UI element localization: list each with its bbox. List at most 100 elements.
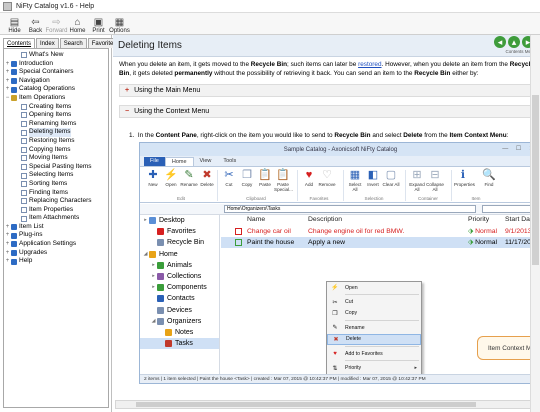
expand-icon[interactable]: +	[4, 85, 11, 94]
page-icon	[21, 206, 27, 213]
tree-item-label: Upgrades	[19, 248, 48, 256]
home-button[interactable]: ⌂ Home	[67, 13, 88, 35]
toolbar-label: Options	[109, 28, 130, 34]
tree-item-item-properties[interactable]: Item Properties	[4, 206, 108, 215]
ribbon-label: Properties	[454, 182, 475, 187]
catalog-tree-label: Desktop	[159, 217, 185, 224]
tree-item-copying-items[interactable]: Copying Items	[4, 146, 108, 155]
tree-item-what-s-new[interactable]: What's New	[4, 51, 108, 60]
address-path: Home\Organizers\Tasks	[224, 205, 476, 213]
tree-item-replacing-characters[interactable]: Replacing Characters	[4, 197, 108, 206]
invert-icon: ◧	[367, 169, 379, 181]
folder-icon	[157, 261, 164, 269]
ribbon-tabs: File Home View Tools	[140, 156, 539, 166]
tree-item-item-attachments[interactable]: Item Attachments	[4, 214, 108, 223]
up-topic-icon[interactable]: ▴	[508, 36, 520, 48]
ribbon-tab-home: Home	[164, 157, 194, 166]
column-header-priority: Priority	[468, 216, 490, 223]
expand-icon[interactable]: −	[4, 94, 11, 103]
collapse-all-icon: ⊟	[430, 169, 440, 181]
tab-index[interactable]: Index	[36, 38, 59, 48]
tree-item-label: Item Attachments	[29, 214, 80, 222]
catalog-tree-item-components: ▸ Components	[140, 282, 219, 293]
page-icon	[21, 215, 27, 222]
tree-item-catalog-operations[interactable]: + Catalog Operations	[4, 85, 108, 94]
window-title: NiFty Catalog v1.6 - Help	[16, 2, 95, 10]
tree-item-label: Sorting Items	[29, 179, 68, 187]
cell-desc: Apply a new	[308, 239, 346, 246]
tree-item-navigation[interactable]: + Navigation	[4, 77, 108, 86]
folder-icon	[149, 250, 156, 258]
forward-button[interactable]: ⇨ Forward	[46, 13, 68, 35]
forward-arrow-icon: ⇨	[52, 17, 61, 28]
vertical-scrollbar[interactable]	[530, 35, 540, 412]
prev-topic-icon[interactable]: ◂	[494, 36, 506, 48]
rename-icon: ✎	[184, 169, 194, 181]
cell-name: Paint the house	[247, 239, 295, 246]
tree-item-label: Navigation	[19, 76, 50, 84]
tree-item-restoring-items[interactable]: Restoring Items	[4, 137, 108, 146]
catalog-tree-item-recycle-bin: Recycle Bin	[140, 237, 219, 248]
menu-item-copy: ❐ Copy	[327, 308, 421, 319]
menu-separator	[345, 320, 419, 322]
folder-icon	[149, 217, 156, 225]
tree-item-item-list[interactable]: + Item List	[4, 223, 108, 232]
book-icon	[11, 95, 17, 102]
print-button[interactable]: ▣ Print	[88, 13, 109, 35]
expand-icon[interactable]: +	[4, 257, 11, 266]
catalog-tree-label: Tasks	[175, 340, 193, 348]
back-button[interactable]: ⇦ Back	[25, 13, 46, 35]
folder-icon	[157, 306, 164, 314]
cell-desc: Change engine oil for red BMW.	[308, 228, 405, 235]
tree-item-special-containers[interactable]: + Special Containers	[4, 68, 108, 77]
hide-button[interactable]: ▤ Hide	[4, 13, 25, 35]
tree-item-opening-items[interactable]: Opening Items	[4, 111, 108, 120]
page-icon	[21, 52, 27, 59]
tree-item-help[interactable]: + Help	[4, 257, 108, 266]
ribbon-label: Add	[304, 182, 314, 187]
remove-favorite-icon: ♡	[322, 169, 332, 181]
folder-icon	[157, 228, 164, 236]
tree-item-label: Renaming Items	[29, 119, 77, 127]
tree-item-plug-ins[interactable]: + Plug-ins	[4, 231, 108, 240]
tree-item-creating-items[interactable]: Creating Items	[4, 103, 108, 112]
tree-item-item-operations[interactable]: − Item Operations	[4, 94, 108, 103]
catalog-tree-item-favorites: Favorites	[140, 226, 219, 237]
tree-item-sorting-items[interactable]: Sorting Items	[4, 180, 108, 189]
horizontal-scrollbar[interactable]	[115, 400, 538, 409]
folder-icon	[165, 328, 172, 336]
expand-icon[interactable]: +	[4, 231, 11, 240]
expand-icon[interactable]: +	[4, 77, 11, 86]
expand-icon[interactable]: +	[4, 68, 11, 77]
copy-icon: ❐	[332, 310, 338, 317]
paste-special-icon: 📋	[276, 169, 290, 181]
status-bar: 2 items | 1 item selected | Paint the ho…	[140, 374, 539, 383]
item-context-menu: ⚡ Open ✂ Cut ❐ Copy ✎ Rename ✖ Delete ♥ Add to Favo…	[326, 281, 422, 383]
tree-item-special-pasting-items[interactable]: Special Pasting Items	[4, 163, 108, 172]
tab-search[interactable]: Search	[59, 38, 87, 48]
contents-tree[interactable]: What's New + Introduction + Special Containe…	[3, 48, 109, 408]
expand-icon[interactable]: +	[4, 60, 11, 69]
tree-item-upgrades[interactable]: + Upgrades	[4, 249, 108, 258]
menu-item-label: Copy	[345, 310, 358, 317]
tab-contents[interactable]: Contents	[3, 38, 36, 48]
options-button[interactable]: ▦ Options	[109, 13, 130, 35]
expand-icon[interactable]: +	[4, 240, 11, 249]
expand-icon[interactable]: +	[4, 249, 11, 258]
section-main-menu[interactable]: + Using the Main Menu	[119, 84, 534, 97]
tree-item-deleting-items[interactable]: Deleting Items	[4, 128, 108, 137]
restored-link[interactable]: restored	[358, 61, 381, 68]
tree-item-introduction[interactable]: + Introduction	[4, 60, 108, 69]
tree-item-application-settings[interactable]: + Application Settings	[4, 240, 108, 249]
ribbon-label: Invert	[367, 182, 379, 187]
tree-item-label: Finding Items	[29, 188, 69, 196]
menu-item-label: Cut	[345, 299, 354, 306]
expand-icon[interactable]: +	[4, 223, 11, 232]
tree-item-renaming-items[interactable]: Renaming Items	[4, 120, 108, 129]
tree-item-finding-items[interactable]: Finding Items	[4, 189, 108, 198]
catalog-tree-label: Home	[159, 250, 178, 258]
tree-item-moving-items[interactable]: Moving Items	[4, 154, 108, 163]
expand-icon: ▸	[152, 272, 155, 279]
section-context-menu[interactable]: − Using the Context Menu	[119, 105, 534, 118]
tree-item-selecting-items[interactable]: Selecting Items	[4, 171, 108, 180]
